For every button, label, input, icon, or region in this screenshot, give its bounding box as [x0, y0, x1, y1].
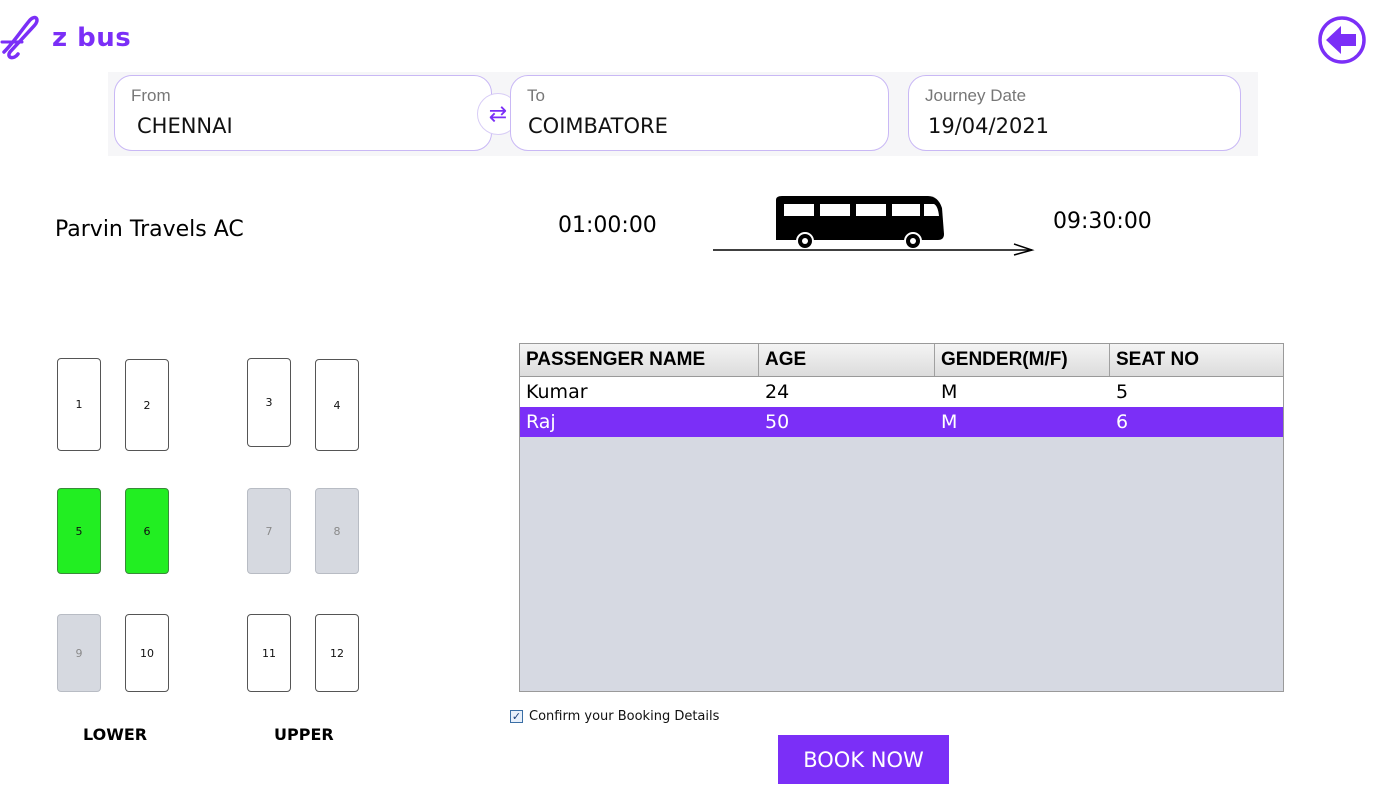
table-cell: M [941, 411, 958, 433]
departure-time: 01:00:00 [558, 213, 657, 238]
column-header-age[interactable]: AGE [759, 344, 935, 376]
app-name: z bus [52, 23, 132, 53]
seat-5[interactable]: 5 [57, 488, 101, 574]
seat-4[interactable]: 4 [315, 359, 359, 451]
seat-3[interactable]: 3 [247, 358, 291, 447]
table-cell: Kumar [526, 381, 588, 403]
from-value[interactable]: CHENNAI [137, 114, 233, 138]
journey-date-field[interactable]: Journey Date 19/04/2021 [908, 75, 1241, 151]
seat-1[interactable]: 1 [57, 358, 101, 451]
from-field[interactable]: From CHENNAI [114, 75, 492, 151]
table-header: PASSENGER NAME AGE GENDER(M/F) SEAT NO [520, 344, 1283, 377]
upper-deck-label: UPPER [274, 725, 334, 744]
arrival-time: 09:30:00 [1053, 209, 1152, 234]
lower-deck-label: LOWER [83, 725, 148, 744]
seat-10[interactable]: 10 [125, 614, 169, 692]
confirm-checkbox[interactable]: ✓ [510, 710, 523, 723]
logo-mark-icon [0, 15, 39, 60]
table-cell: 24 [765, 381, 790, 403]
to-value[interactable]: COIMBATORE [528, 114, 668, 138]
seat-7[interactable]: 7 [247, 488, 291, 574]
to-label: To [527, 86, 545, 105]
table-cell: 6 [1116, 411, 1129, 433]
table-cell: Raj [526, 411, 556, 433]
to-field[interactable]: To COIMBATORE [510, 75, 889, 151]
seat-8[interactable]: 8 [315, 488, 359, 574]
bus-icon [713, 196, 1035, 256]
seat-11[interactable]: 11 [247, 614, 291, 692]
journey-date-label: Journey Date [925, 86, 1027, 105]
table-cell: 50 [765, 411, 790, 433]
confirm-label: Confirm your Booking Details [529, 709, 720, 724]
column-header-name[interactable]: PASSENGER NAME [520, 344, 759, 376]
table-cell: M [941, 381, 958, 403]
from-label: From [131, 86, 171, 105]
back-arrow-icon[interactable] [1317, 14, 1367, 66]
confirm-booking-row[interactable]: ✓ Confirm your Booking Details [510, 709, 719, 724]
bus-operator-name: Parvin Travels AC [55, 217, 244, 242]
passenger-table[interactable]: PASSENGER NAME AGE GENDER(M/F) SEAT NO K… [519, 343, 1284, 692]
seat-9[interactable]: 9 [57, 614, 101, 692]
column-header-gender[interactable]: GENDER(M/F) [935, 344, 1110, 376]
table-cell: 5 [1116, 381, 1129, 403]
book-now-button[interactable]: BOOK NOW [778, 735, 949, 784]
column-header-seat[interactable]: SEAT NO [1110, 344, 1283, 376]
table-row[interactable]: Kumar 24 M 5 [520, 377, 1283, 407]
seat-2[interactable]: 2 [125, 359, 169, 451]
table-row-selected[interactable]: Raj 50 M 6 [520, 407, 1283, 437]
seat-6[interactable]: 6 [125, 488, 169, 574]
journey-date-value[interactable]: 19/04/2021 [928, 114, 1049, 138]
app-logo: z bus [0, 12, 131, 64]
seat-12[interactable]: 12 [315, 614, 359, 692]
